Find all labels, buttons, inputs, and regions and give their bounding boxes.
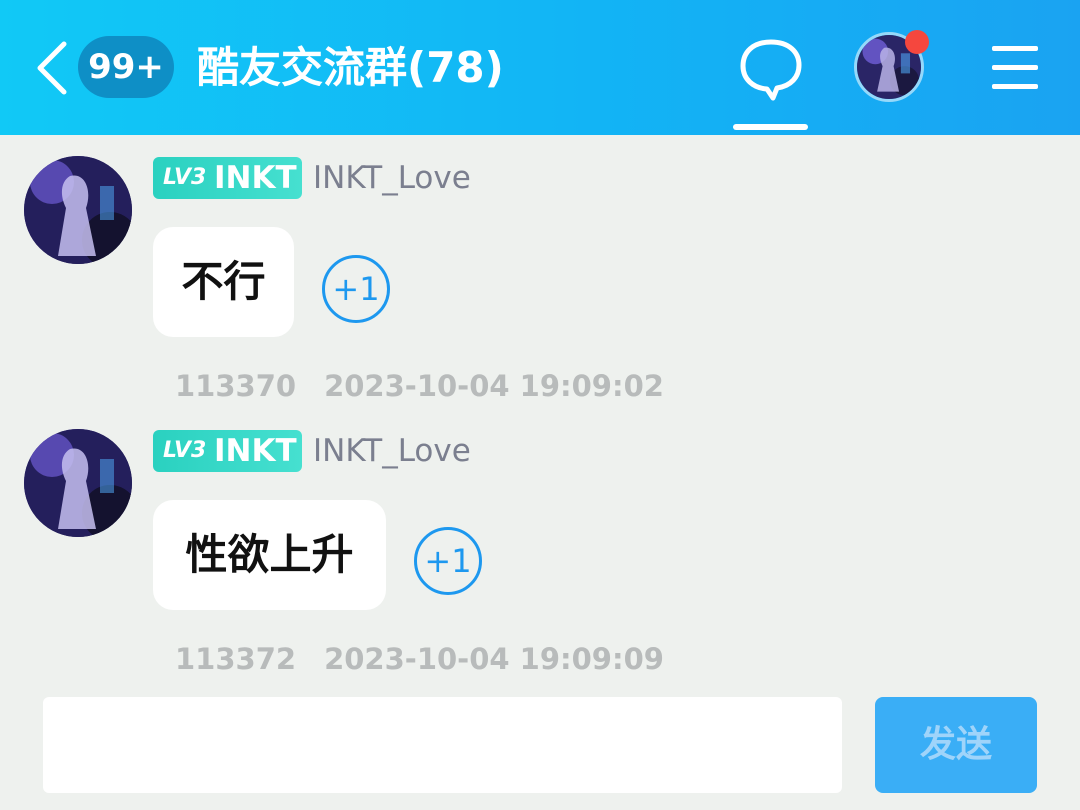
sender-avatar[interactable] <box>24 429 132 537</box>
avatar-image-icon <box>24 156 132 264</box>
message-timestamp: 2023-10-04 19:09:09 <box>324 642 664 676</box>
sender-name[interactable]: INKT_Love <box>313 430 471 472</box>
unread-count-badge[interactable]: 99+ <box>78 36 174 98</box>
message-bubble[interactable]: 不行 <box>153 227 294 337</box>
menu-button[interactable] <box>992 46 1038 90</box>
message-input[interactable] <box>43 697 842 793</box>
sender-avatar[interactable] <box>24 156 132 264</box>
back-button[interactable] <box>30 40 74 96</box>
message-meta: 113372 2023-10-04 19:09:09 <box>175 639 664 679</box>
group-title: 酷友交流群(78) <box>197 43 504 92</box>
message-bubble[interactable]: 性欲上升 <box>153 500 386 610</box>
message-timestamp: 2023-10-04 19:09:02 <box>324 369 664 403</box>
active-tab-indicator <box>733 124 808 130</box>
plus-one-button[interactable]: +1 <box>414 527 482 595</box>
plus-one-button[interactable]: +1 <box>322 255 390 323</box>
message-id: 113370 <box>175 369 297 403</box>
level-badge: LV3 INKT <box>153 157 302 199</box>
message-meta: 113370 2023-10-04 19:09:02 <box>175 366 664 406</box>
notification-dot <box>905 30 929 54</box>
chat-tab[interactable] <box>735 36 807 102</box>
chevron-left-icon <box>37 41 67 95</box>
avatar-image-icon <box>24 429 132 537</box>
message-id: 113372 <box>175 642 297 676</box>
send-button[interactable]: 发送 <box>875 697 1037 793</box>
level-badge: LV3 INKT <box>153 430 302 472</box>
sender-name[interactable]: INKT_Love <box>313 157 471 199</box>
chat-header: 99+ 酷友交流群(78) <box>0 0 1080 135</box>
chat-bubble-icon <box>740 39 802 101</box>
